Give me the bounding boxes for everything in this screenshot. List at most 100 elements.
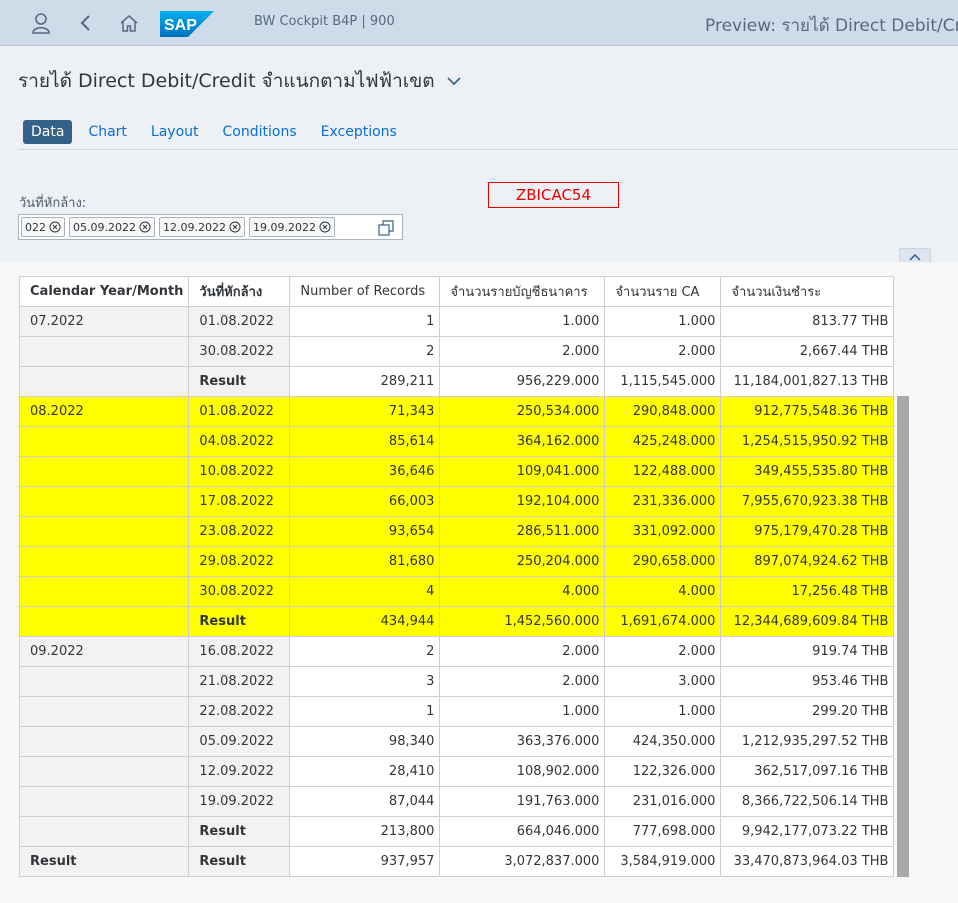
table-cell[interactable]: 2.000 xyxy=(439,666,606,697)
table-cell[interactable]: 956,229.000 xyxy=(439,366,606,397)
table-cell[interactable]: 2.000 xyxy=(604,336,722,367)
table-cell[interactable]: 108,902.000 xyxy=(439,756,606,787)
back-icon[interactable] xyxy=(75,12,97,34)
table-cell[interactable]: 250,204.000 xyxy=(439,546,606,577)
table-cell[interactable]: 81,680 xyxy=(289,546,441,577)
table-cell[interactable]: 3,072,837.000 xyxy=(439,846,606,877)
table-cell[interactable]: 1.000 xyxy=(604,306,722,337)
column-header[interactable]: Number of Records xyxy=(289,276,441,307)
table-cell[interactable]: 17.08.2022 xyxy=(188,486,291,517)
table-cell[interactable]: 9,942,177,073.22 THB xyxy=(720,816,895,847)
table-cell[interactable]: 12.09.2022 xyxy=(188,756,291,787)
table-cell[interactable]: 1.000 xyxy=(604,696,722,727)
remove-token-icon[interactable] xyxy=(139,221,151,233)
table-cell[interactable]: 425,248.000 xyxy=(604,426,722,457)
table-cell[interactable]: 2 xyxy=(289,636,441,667)
remove-token-icon[interactable] xyxy=(319,221,331,233)
table-cell[interactable]: 289,211 xyxy=(289,366,441,397)
tab-layout[interactable]: Layout xyxy=(151,120,199,144)
remove-token-icon[interactable] xyxy=(229,221,241,233)
table-cell[interactable]: 664,046.000 xyxy=(439,816,606,847)
table-cell[interactable] xyxy=(18,456,190,487)
table-cell[interactable]: 11,184,001,827.13 THB xyxy=(720,366,895,397)
table-cell[interactable]: 777,698.000 xyxy=(604,816,722,847)
user-icon[interactable] xyxy=(30,12,52,34)
table-cell[interactable]: 2 xyxy=(289,336,441,367)
table-cell[interactable]: 1,452,560.000 xyxy=(439,606,606,637)
table-cell[interactable]: 33,470,873,964.03 THB xyxy=(720,846,895,877)
table-cell[interactable]: 85,614 xyxy=(289,426,441,457)
table-cell[interactable]: 937,957 xyxy=(289,846,441,877)
table-cell[interactable]: 98,340 xyxy=(289,726,441,757)
table-cell[interactable]: 2.000 xyxy=(439,336,606,367)
table-cell[interactable]: 349,455,535.80 THB xyxy=(720,456,895,487)
table-cell[interactable] xyxy=(18,426,190,457)
table-cell[interactable]: 1.000 xyxy=(439,696,606,727)
table-cell[interactable] xyxy=(18,546,190,577)
filter-token[interactable]: 19.09.2022 xyxy=(248,217,335,237)
table-cell[interactable]: 17,256.48 THB xyxy=(720,576,895,607)
table-cell[interactable]: 213,800 xyxy=(289,816,441,847)
table-cell[interactable]: 08.2022 xyxy=(18,396,190,427)
table-cell[interactable]: Result xyxy=(188,366,291,397)
column-header[interactable]: Calendar Year/Month xyxy=(18,276,190,307)
remove-token-icon[interactable] xyxy=(49,221,61,233)
table-cell[interactable]: 231,016.000 xyxy=(604,786,722,817)
table-cell[interactable]: 1 xyxy=(289,306,441,337)
table-cell[interactable]: Result xyxy=(188,816,291,847)
table-cell[interactable]: 4 xyxy=(289,576,441,607)
sap-logo[interactable]: SAP xyxy=(160,11,214,37)
column-header[interactable]: วันที่หักล้าง xyxy=(188,276,291,307)
table-cell[interactable] xyxy=(18,366,190,397)
table-cell[interactable]: 71,343 xyxy=(289,396,441,427)
tab-exceptions[interactable]: Exceptions xyxy=(321,120,397,144)
column-header[interactable]: จำนวนรายบัญชีธนาคาร xyxy=(439,276,606,307)
table-cell[interactable]: 250,534.000 xyxy=(439,396,606,427)
table-cell[interactable]: 1,254,515,950.92 THB xyxy=(720,426,895,457)
table-cell[interactable]: 1,691,674.000 xyxy=(604,606,722,637)
table-cell[interactable]: 4.000 xyxy=(604,576,722,607)
table-cell[interactable]: 364,162.000 xyxy=(439,426,606,457)
table-cell[interactable]: 30.08.2022 xyxy=(188,576,291,607)
table-cell[interactable] xyxy=(18,516,190,547)
value-help-icon[interactable] xyxy=(378,220,394,236)
table-cell[interactable]: 434,944 xyxy=(289,606,441,637)
table-cell[interactable]: 919.74 THB xyxy=(720,636,895,667)
table-cell[interactable]: 3 xyxy=(289,666,441,697)
table-cell[interactable]: 953.46 THB xyxy=(720,666,895,697)
table-cell[interactable]: 363,376.000 xyxy=(439,726,606,757)
table-cell[interactable] xyxy=(18,576,190,607)
table-cell[interactable] xyxy=(18,486,190,517)
table-cell[interactable] xyxy=(18,696,190,727)
table-cell[interactable]: 1.000 xyxy=(439,306,606,337)
table-cell[interactable]: 87,044 xyxy=(289,786,441,817)
table-cell[interactable]: 362,517,097.16 THB xyxy=(720,756,895,787)
table-cell[interactable]: 2.000 xyxy=(604,636,722,667)
table-cell[interactable]: 231,336.000 xyxy=(604,486,722,517)
table-cell[interactable]: 04.08.2022 xyxy=(188,426,291,457)
table-cell[interactable]: 05.09.2022 xyxy=(188,726,291,757)
table-cell[interactable]: 3.000 xyxy=(604,666,722,697)
tab-data[interactable]: Data xyxy=(23,120,73,144)
table-cell[interactable]: 1,212,935,297.52 THB xyxy=(720,726,895,757)
table-cell[interactable]: 7,955,670,923.38 THB xyxy=(720,486,895,517)
table-cell[interactable] xyxy=(18,606,190,637)
table-cell[interactable]: 93,654 xyxy=(289,516,441,547)
table-cell[interactable] xyxy=(18,756,190,787)
table-cell[interactable]: 01.08.2022 xyxy=(188,396,291,427)
table-cell[interactable]: 28,410 xyxy=(289,756,441,787)
table-cell[interactable]: 286,511.000 xyxy=(439,516,606,547)
table-cell[interactable]: 23.08.2022 xyxy=(188,516,291,547)
chevron-down-icon[interactable] xyxy=(445,72,463,90)
table-cell[interactable]: 10.08.2022 xyxy=(188,456,291,487)
table-cell[interactable]: 191,763.000 xyxy=(439,786,606,817)
table-cell[interactable]: 897,074,924.62 THB xyxy=(720,546,895,577)
column-header[interactable]: จำนวนเงินชำระ xyxy=(720,276,895,307)
table-cell[interactable]: 16.08.2022 xyxy=(188,636,291,667)
table-cell[interactable]: 290,658.000 xyxy=(604,546,722,577)
table-cell[interactable]: 1,115,545.000 xyxy=(604,366,722,397)
table-cell[interactable]: 8,366,722,506.14 THB xyxy=(720,786,895,817)
tab-chart[interactable]: Chart xyxy=(88,120,126,144)
table-cell[interactable] xyxy=(18,666,190,697)
table-cell[interactable]: 122,488.000 xyxy=(604,456,722,487)
